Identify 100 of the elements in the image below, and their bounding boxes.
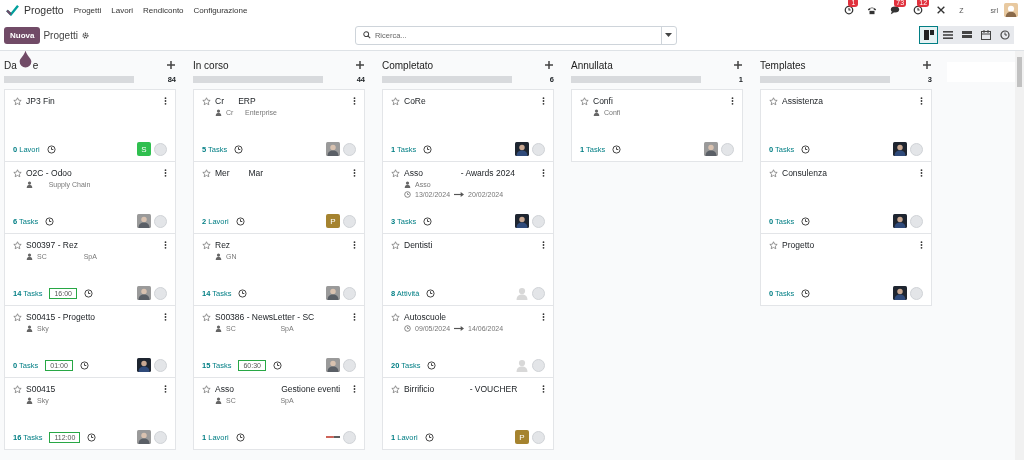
- star-icon[interactable]: [13, 168, 22, 178]
- avatar-icon: [515, 142, 529, 156]
- person-icon: [215, 109, 222, 116]
- star-icon[interactable]: [391, 384, 400, 394]
- star-icon[interactable]: [202, 240, 211, 250]
- star-icon[interactable]: [391, 168, 400, 178]
- avatar-initial: P: [515, 430, 529, 444]
- add-card-button[interactable]: [734, 61, 742, 69]
- clock-icon[interactable]: [801, 288, 811, 298]
- clock-icon[interactable]: [238, 288, 248, 298]
- star-icon[interactable]: [769, 96, 778, 106]
- arrow-icon: [454, 326, 465, 331]
- caret-icon: [665, 33, 673, 37]
- clock-icon[interactable]: [84, 288, 93, 298]
- star-icon[interactable]: [391, 96, 400, 106]
- star-icon[interactable]: [391, 312, 400, 322]
- more-options-icon[interactable]: [164, 385, 167, 393]
- clock-icon[interactable]: [801, 216, 811, 226]
- new-button[interactable]: Nuova: [4, 26, 41, 44]
- person-icon: [26, 253, 33, 260]
- menu-item[interactable]: Progetti: [73, 5, 102, 15]
- more-options-icon[interactable]: [353, 97, 356, 105]
- activity-view-button[interactable]: [995, 26, 1014, 44]
- star-icon[interactable]: [769, 168, 778, 178]
- drop-icon: [19, 51, 32, 69]
- add-card-button[interactable]: [167, 61, 175, 69]
- card-title: Rez: [215, 240, 232, 250]
- clock-icon[interactable]: [424, 432, 434, 442]
- star-icon[interactable]: [13, 312, 22, 322]
- settings-icon[interactable]: [81, 31, 89, 39]
- more-options-icon[interactable]: [920, 97, 923, 105]
- column-title: Templates: [760, 59, 806, 71]
- menu-item[interactable]: Rendiconto: [143, 5, 184, 15]
- clock-icon[interactable]: [235, 432, 245, 442]
- card-title: Assistenza: [782, 96, 825, 106]
- clock-icon[interactable]: [273, 360, 282, 370]
- clock-icon[interactable]: [45, 216, 55, 226]
- more-options-icon[interactable]: [731, 97, 734, 105]
- card-title: Autoscuole: [404, 312, 448, 322]
- clock-icon[interactable]: [427, 360, 437, 370]
- more-options-icon[interactable]: [542, 385, 545, 393]
- clock-icon[interactable]: [426, 288, 436, 298]
- person-icon: [593, 109, 600, 116]
- more-options-icon[interactable]: [542, 97, 545, 105]
- avatar-initial: S: [137, 142, 151, 156]
- clock-icon[interactable]: [423, 216, 433, 226]
- card-title: CoRe: [404, 96, 427, 106]
- checkmark-logo-icon[interactable]: [6, 4, 19, 16]
- more-options-icon[interactable]: [542, 169, 545, 177]
- app-name[interactable]: Progetto: [24, 4, 64, 16]
- more-options-icon[interactable]: [542, 313, 545, 321]
- clock-icon[interactable]: [913, 5, 924, 15]
- star-icon[interactable]: [580, 96, 589, 106]
- more-options-icon[interactable]: [164, 241, 167, 249]
- kanban-view-button[interactable]: [919, 26, 938, 44]
- card-title: S00415: [26, 384, 57, 394]
- add-card-button[interactable]: [923, 61, 931, 69]
- more-options-icon[interactable]: [353, 241, 356, 249]
- star-icon[interactable]: [13, 240, 22, 250]
- star-icon[interactable]: [202, 168, 211, 178]
- star-icon[interactable]: [202, 384, 211, 394]
- star-icon[interactable]: [202, 312, 211, 322]
- star-icon[interactable]: [391, 240, 400, 250]
- tools-icon[interactable]: [936, 5, 947, 15]
- more-options-icon[interactable]: [353, 169, 356, 177]
- more-options-icon[interactable]: [920, 241, 923, 249]
- more-options-icon[interactable]: [164, 169, 167, 177]
- avatar-icon: [893, 286, 907, 300]
- user-avatar-icon[interactable]: [1004, 3, 1018, 17]
- clock-icon[interactable]: [612, 144, 622, 154]
- clock-icon[interactable]: [844, 5, 855, 15]
- card-title: Confi: [593, 96, 614, 106]
- chat-icon[interactable]: [890, 5, 901, 15]
- clock-icon[interactable]: [235, 216, 245, 226]
- star-icon[interactable]: [13, 384, 22, 394]
- add-card-button[interactable]: [356, 61, 364, 69]
- add-card-button[interactable]: [545, 61, 553, 69]
- star-icon[interactable]: [13, 96, 22, 106]
- clock-icon[interactable]: [87, 432, 97, 442]
- more-options-icon[interactable]: [920, 169, 923, 177]
- phone-icon[interactable]: [867, 5, 878, 15]
- avatar-icon: [137, 358, 151, 372]
- avatar-icon: [515, 214, 529, 228]
- clock-icon[interactable]: [801, 144, 811, 154]
- star-icon[interactable]: [769, 240, 778, 250]
- menu-item[interactable]: Configurazione: [193, 5, 248, 15]
- more-options-icon[interactable]: [164, 97, 167, 105]
- avatar-icon: [893, 214, 907, 228]
- star-icon[interactable]: [202, 96, 211, 106]
- scrollbar[interactable]: [1015, 51, 1024, 460]
- clock-icon[interactable]: [423, 144, 433, 154]
- list-view-button[interactable]: [938, 26, 957, 44]
- clock-icon[interactable]: [234, 144, 244, 154]
- clock-icon[interactable]: [79, 360, 89, 370]
- clock-icon[interactable]: [46, 144, 56, 154]
- more-options-icon[interactable]: [353, 313, 356, 321]
- menu-item[interactable]: Lavori: [111, 5, 134, 15]
- more-options-icon[interactable]: [164, 313, 167, 321]
- more-options-icon[interactable]: [353, 385, 356, 393]
- more-options-icon[interactable]: [542, 241, 545, 249]
